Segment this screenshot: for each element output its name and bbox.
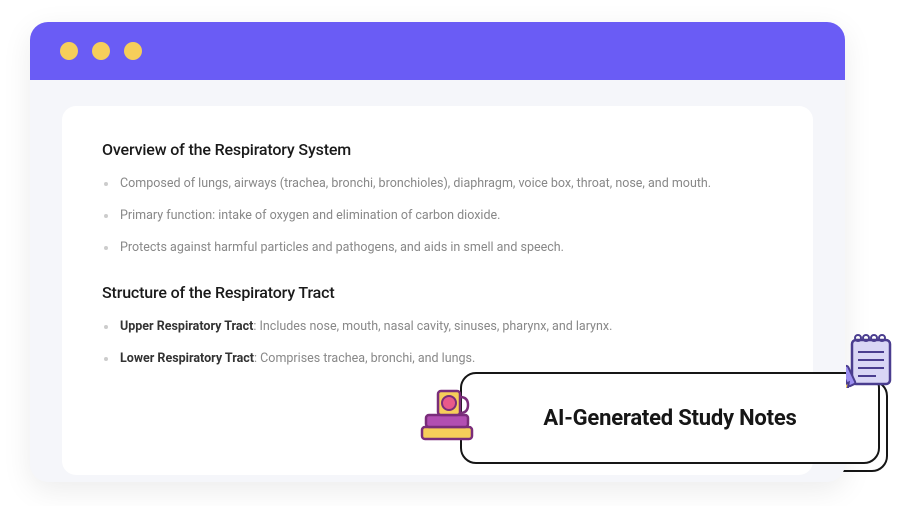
list-item: Upper Respiratory Tract: Includes nose, …	[102, 318, 773, 337]
books-mug-icon	[418, 383, 476, 443]
bullet-list: Upper Respiratory Tract: Includes nose, …	[102, 318, 773, 369]
list-item: Primary function: intake of oxygen and e…	[102, 207, 773, 226]
caption-card: AI-Generated Study Notes	[460, 372, 880, 464]
list-item-desc: : Includes nose, mouth, nasal cavity, si…	[253, 319, 612, 334]
list-item-term: Upper Respiratory Tract	[120, 319, 253, 334]
bullet-list: Composed of lungs, airways (trachea, bro…	[102, 175, 773, 257]
list-item: Composed of lungs, airways (trachea, bro…	[102, 175, 773, 194]
list-item: Protects against harmful particles and p…	[102, 239, 773, 258]
window-control-dot[interactable]	[92, 42, 110, 60]
notepad-pencil-icon	[846, 332, 894, 388]
list-item: Lower Respiratory Tract: Comprises trach…	[102, 350, 773, 369]
section-heading: Structure of the Respiratory Tract	[102, 283, 773, 302]
section-heading: Overview of the Respiratory System	[102, 140, 773, 159]
list-item-desc: : Comprises trachea, bronchi, and lungs.	[254, 351, 475, 366]
window-control-dot[interactable]	[60, 42, 78, 60]
caption-title: AI-Generated Study Notes	[543, 406, 796, 431]
window-control-dot[interactable]	[124, 42, 142, 60]
window-titlebar	[30, 22, 845, 80]
list-item-term: Lower Respiratory Tract	[120, 351, 254, 366]
